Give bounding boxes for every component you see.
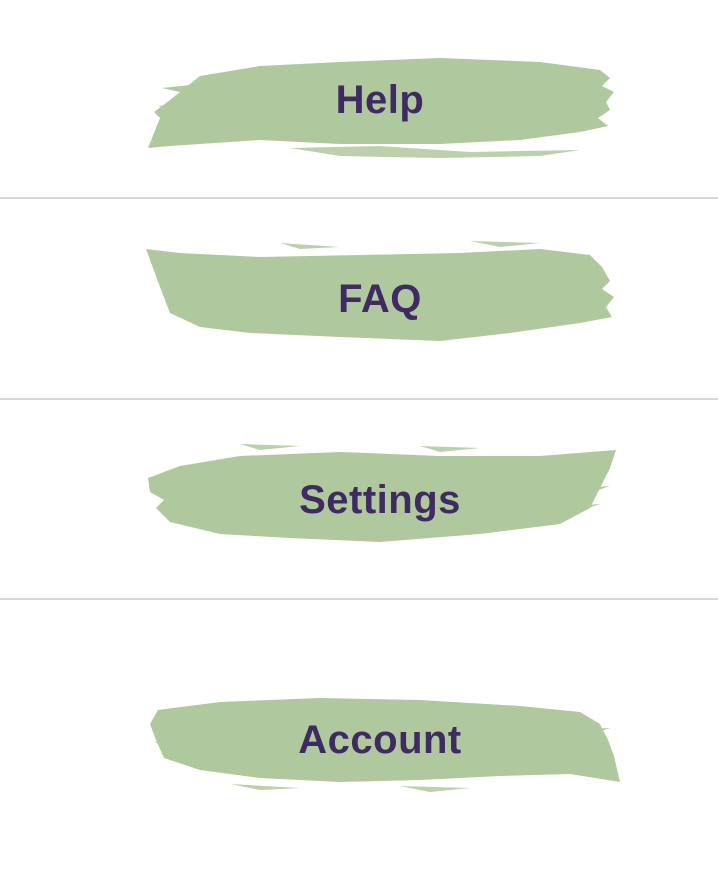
- menu-item-account[interactable]: Account: [0, 600, 718, 872]
- menu-item-label-faq: FAQ: [338, 277, 422, 321]
- menu-item-help[interactable]: Help: [0, 0, 718, 198]
- menu-item-label-account: Account: [298, 718, 462, 762]
- menu-list: Help FAQ Settings Account: [0, 0, 718, 872]
- menu-item-label-help: Help: [335, 78, 425, 122]
- menu-item-label-settings: Settings: [299, 478, 461, 522]
- menu-item-faq[interactable]: FAQ: [0, 199, 718, 399]
- menu-item-settings[interactable]: Settings: [0, 400, 718, 599]
